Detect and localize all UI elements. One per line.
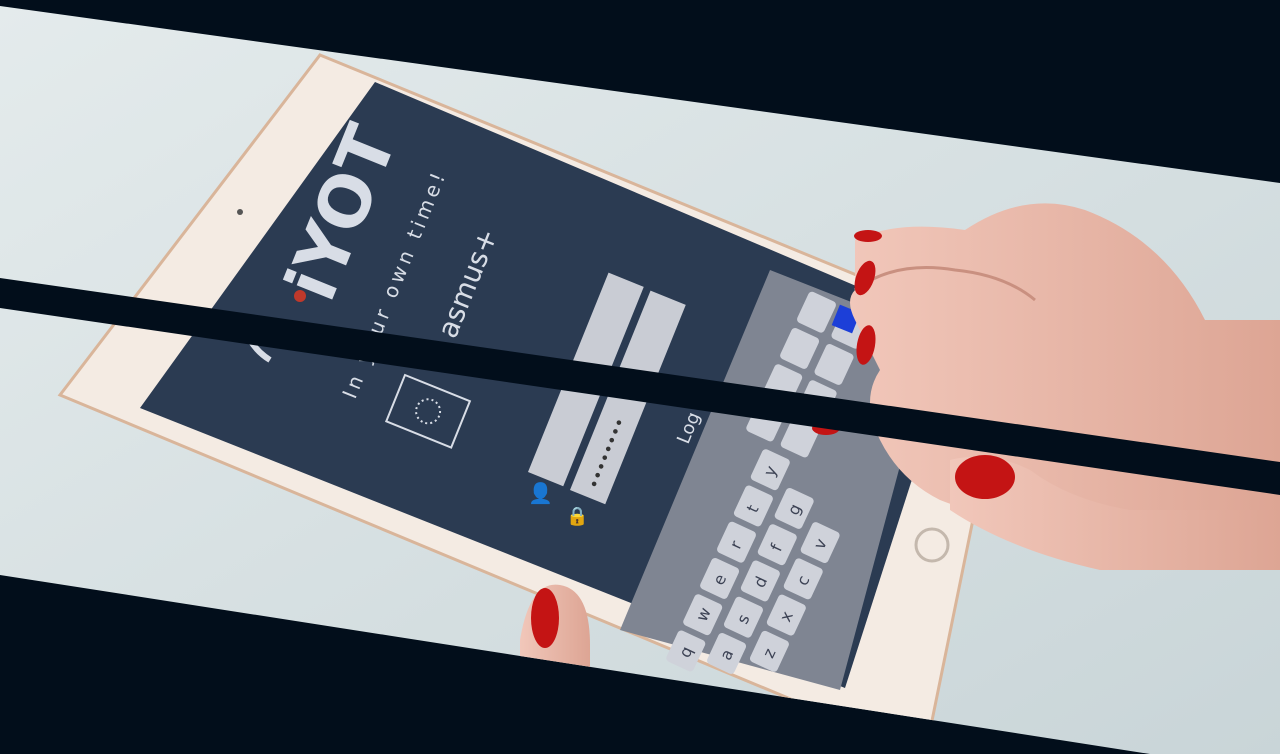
photo-scene: q w e r t y a s d f g z x c v iYOT In yo… xyxy=(0,0,1280,754)
user-icon: 👤 xyxy=(528,481,553,505)
left-finger-nail xyxy=(531,588,559,648)
pinky-finger-nail xyxy=(955,455,1015,499)
photo-illustration: q w e r t y a s d f g z x c v iYOT In yo… xyxy=(0,0,1280,754)
lock-icon: 🔒 xyxy=(566,506,588,527)
ring-finger-nail xyxy=(854,230,882,242)
logo-dot-icon xyxy=(294,290,306,302)
tablet-camera xyxy=(237,209,243,215)
